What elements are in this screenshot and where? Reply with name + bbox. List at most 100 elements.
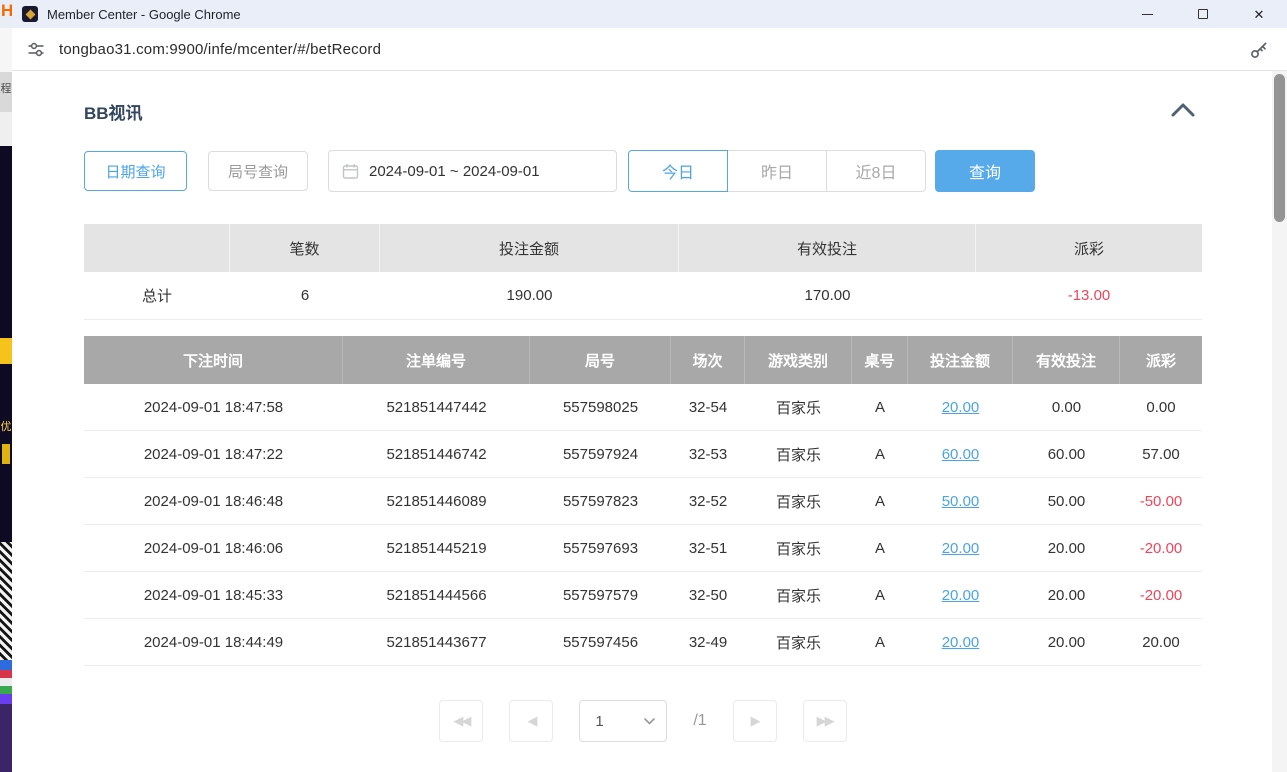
cell-valid: 20.00	[1013, 525, 1120, 572]
cell-round: 557597823	[530, 478, 671, 525]
maximize-button[interactable]	[1175, 0, 1231, 28]
table-row: 2024-09-01 18:45:33521851444566557597579…	[84, 572, 1202, 619]
scrollbar-thumb[interactable]	[1274, 74, 1285, 222]
cell-table: A	[852, 478, 908, 525]
summary-cell: 总计	[84, 272, 230, 320]
background-window-strip: 优	[0, 146, 12, 772]
summary-cell: 6	[230, 272, 380, 320]
chevron-down-icon	[644, 718, 655, 725]
cell-round: 557597693	[530, 525, 671, 572]
cell-valid: 60.00	[1013, 431, 1120, 478]
cell-order: 521851444566	[343, 572, 530, 619]
cell-order: 521851443677	[343, 619, 530, 666]
first-page-button[interactable]: ◀◀	[439, 700, 483, 742]
cell-session: 32-51	[671, 525, 745, 572]
last8days-button[interactable]: 近8日	[826, 150, 926, 192]
qr-code-fragment	[0, 542, 12, 660]
cell-game: 百家乐	[745, 384, 852, 431]
site-settings-icon[interactable]	[26, 39, 46, 59]
table-row: 2024-09-01 18:46:48521851446089557597823…	[84, 478, 1202, 525]
table-row: 2024-09-01 18:47:22521851446742557597924…	[84, 431, 1202, 478]
cell-round: 557597924	[530, 431, 671, 478]
cell-game: 百家乐	[745, 572, 852, 619]
cell-order: 521851446742	[343, 431, 530, 478]
summary-header-cell: 有效投注	[679, 224, 976, 272]
today-button[interactable]: 今日	[628, 150, 728, 192]
cell-time: 2024-09-01 18:47:22	[84, 431, 343, 478]
date-range-input[interactable]: 2024-09-01 ~ 2024-09-01	[328, 150, 617, 192]
close-button[interactable]: ✕	[1231, 0, 1287, 28]
yesterday-button[interactable]: 昨日	[727, 150, 827, 192]
table-body: 2024-09-01 18:47:58521851447442557598025…	[84, 384, 1202, 666]
prev-page-button[interactable]: ◀	[509, 700, 553, 742]
cell-bet[interactable]: 20.00	[908, 619, 1013, 666]
minimize-button[interactable]	[1119, 0, 1175, 28]
summary-header-cell	[84, 224, 230, 272]
cell-session: 32-50	[671, 572, 745, 619]
calendar-icon	[342, 163, 359, 180]
cell-bet[interactable]: 20.00	[908, 384, 1013, 431]
table-header-cell: 场次	[671, 336, 745, 384]
table-header-cell: 投注金额	[908, 336, 1013, 384]
window-controls: ✕	[1119, 0, 1287, 28]
cell-session: 32-49	[671, 619, 745, 666]
url-text[interactable]: tongbao31.com:9900/infe/mcenter/#/betRec…	[59, 41, 381, 58]
cell-table: A	[852, 384, 908, 431]
cell-time: 2024-09-01 18:45:33	[84, 572, 343, 619]
cell-time: 2024-09-01 18:47:58	[84, 384, 343, 431]
table-header-cell: 游戏类别	[745, 336, 852, 384]
background-char: 程	[1, 83, 12, 95]
page-title: BB视讯	[84, 99, 143, 124]
cell-valid: 20.00	[1013, 619, 1120, 666]
cell-table: A	[852, 431, 908, 478]
background-char-text: 优	[1, 421, 12, 433]
summary-total-row: 总计6190.00170.00-13.00	[84, 272, 1202, 320]
cell-payout: -20.00	[1120, 525, 1202, 572]
background-char: 优	[0, 418, 12, 436]
password-key-icon[interactable]	[1249, 40, 1269, 60]
summary-header-cell: 笔数	[230, 224, 380, 272]
screen: H 程 优 Member Center - Google Chrome ✕	[0, 0, 1287, 772]
table-row: 2024-09-01 18:44:49521851443677557597456…	[84, 619, 1202, 666]
minimize-icon	[1142, 14, 1153, 15]
table-header-cell: 有效投注	[1013, 336, 1120, 384]
table-header-cell: 派彩	[1120, 336, 1202, 384]
cell-bet[interactable]: 20.00	[908, 525, 1013, 572]
collapse-chevron-icon[interactable]	[1170, 100, 1196, 120]
next-page-button[interactable]: ▶	[733, 700, 777, 742]
close-icon: ✕	[1254, 8, 1265, 21]
cell-order: 521851445219	[343, 525, 530, 572]
address-bar[interactable]: tongbao31.com:9900/infe/mcenter/#/betRec…	[12, 28, 1287, 71]
cell-valid: 0.00	[1013, 384, 1120, 431]
window-titlebar[interactable]: Member Center - Google Chrome ✕	[12, 0, 1287, 28]
background-letter: H	[1, 1, 12, 20]
cell-time: 2024-09-01 18:46:06	[84, 525, 343, 572]
last-page-button[interactable]: ▶▶	[803, 700, 847, 742]
window-title: Member Center - Google Chrome	[47, 7, 241, 22]
summary-cell: -13.00	[976, 272, 1202, 320]
table-header-cell: 下注时间	[84, 336, 343, 384]
maximize-icon	[1198, 9, 1208, 19]
scrollbar-track[interactable]	[1272, 71, 1287, 772]
background-window-strip: H	[0, 0, 12, 28]
cell-bet[interactable]: 60.00	[908, 431, 1013, 478]
summary-header-row: 笔数投注金额有效投注派彩	[84, 224, 1202, 272]
table-header-cell: 局号	[530, 336, 671, 384]
cell-bet[interactable]: 50.00	[908, 478, 1013, 525]
cell-payout: 20.00	[1120, 619, 1202, 666]
search-button[interactable]: 查询	[935, 150, 1035, 192]
browser-window: Member Center - Google Chrome ✕ tongbao3…	[12, 0, 1287, 772]
cell-order: 521851447442	[343, 384, 530, 431]
cell-payout: -50.00	[1120, 478, 1202, 525]
cell-table: A	[852, 619, 908, 666]
cell-bet[interactable]: 20.00	[908, 572, 1013, 619]
date-query-tab[interactable]: 日期查询	[84, 151, 187, 191]
round-query-tab[interactable]: 局号查询	[208, 151, 308, 191]
page-select[interactable]: 1	[579, 700, 667, 742]
summary-cell: 170.00	[679, 272, 976, 320]
pagination: ◀◀ ◀ 1 /1 ▶ ▶▶	[84, 700, 1202, 742]
cell-valid: 20.00	[1013, 572, 1120, 619]
background-window-strip	[0, 112, 12, 146]
cell-payout: 0.00	[1120, 384, 1202, 431]
cell-game: 百家乐	[745, 478, 852, 525]
